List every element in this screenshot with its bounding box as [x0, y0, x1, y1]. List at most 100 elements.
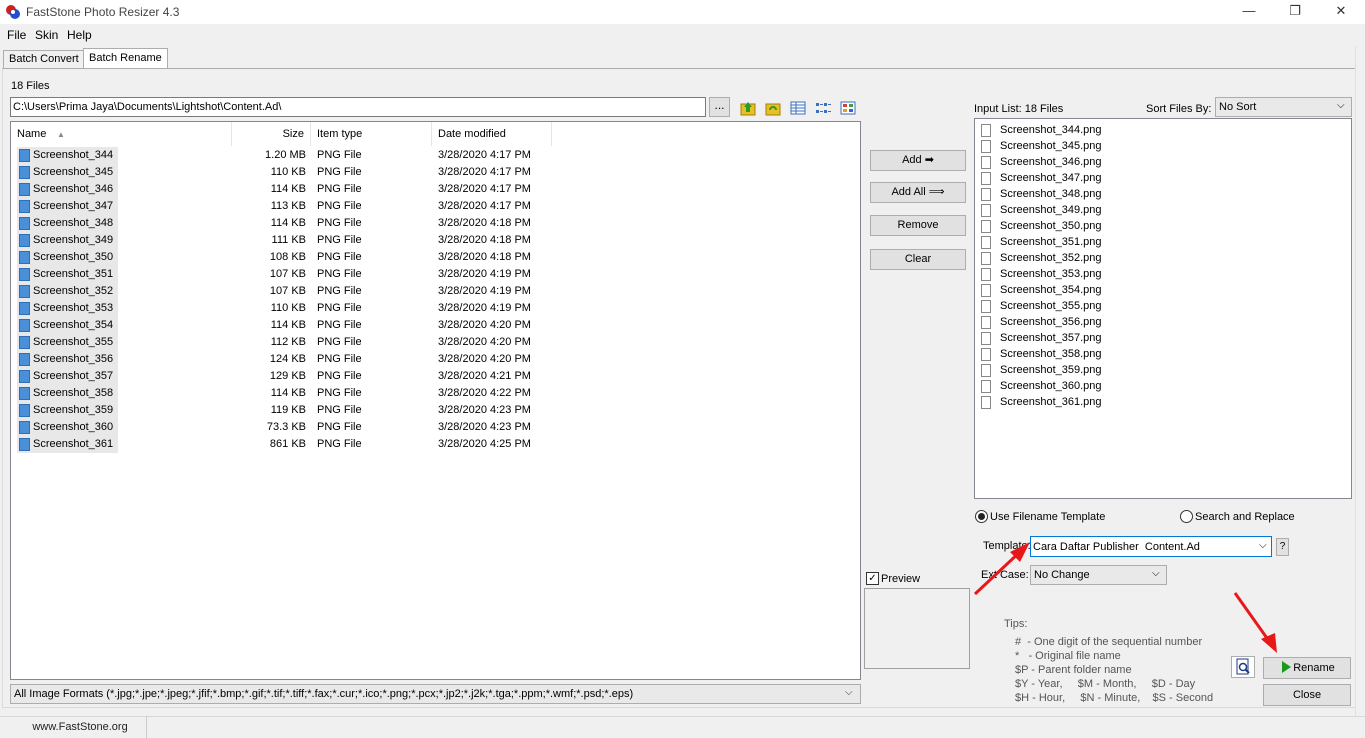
sort-files-select[interactable]: No Sort	[1215, 97, 1352, 117]
file-date: 3/28/2020 4:17 PM	[438, 149, 531, 161]
file-name-cell: Screenshot_347	[17, 198, 118, 215]
tab-batch-convert[interactable]: Batch Convert	[3, 50, 85, 68]
table-row[interactable]: Screenshot_345 110 KB PNG File 3/28/2020 4:…	[11, 164, 860, 181]
file-date: 3/28/2020 4:18 PM	[438, 251, 531, 263]
file-type: PNG File	[317, 217, 362, 229]
format-filter-select[interactable]: All Image Formats (*.jpg;*.jpe;*.jpeg;*.…	[10, 684, 861, 704]
menu-file[interactable]: File	[7, 28, 26, 42]
file-name: Screenshot_360	[33, 421, 114, 433]
file-date: 3/28/2020 4:23 PM	[438, 421, 531, 433]
file-name: Screenshot_357	[33, 370, 114, 382]
add-all-button[interactable]: Add All ⟹	[870, 182, 966, 203]
table-row[interactable]: Screenshot_351 107 KB PNG File 3/28/2020 4:…	[11, 266, 860, 283]
file-type: PNG File	[317, 251, 362, 263]
file-type: PNG File	[317, 285, 362, 297]
table-row[interactable]: Screenshot_356 124 KB PNG File 3/28/2020 4:…	[11, 351, 860, 368]
file-name: Screenshot_354	[33, 319, 114, 331]
close-button[interactable]: Close	[1263, 684, 1351, 706]
thumbnail-view-icon[interactable]	[840, 100, 856, 116]
template-help-button[interactable]: ?	[1276, 538, 1289, 556]
search-replace-radio[interactable]	[1180, 510, 1193, 523]
table-row[interactable]: Screenshot_359 119 KB PNG File 3/28/2020 4:…	[11, 402, 860, 419]
up-folder-icon[interactable]	[740, 100, 756, 116]
file-size: 861 KB	[269, 438, 306, 450]
table-row[interactable]: Screenshot_357 129 KB PNG File 3/28/2020 4:…	[11, 368, 860, 385]
file-type: PNG File	[317, 234, 362, 246]
browse-button[interactable]: ...	[709, 97, 730, 117]
file-name: Screenshot_359	[33, 404, 114, 416]
table-row[interactable]: Screenshot_358 114 KB PNG File 3/28/2020 4:…	[11, 385, 860, 402]
document-icon	[981, 396, 991, 409]
file-date: 3/28/2020 4:22 PM	[438, 387, 531, 399]
column-header-type[interactable]: Item type	[311, 122, 432, 146]
menu-skin[interactable]: Skin	[35, 28, 58, 42]
column-header-date[interactable]: Date modified	[432, 122, 552, 146]
chevron-down-icon[interactable]: ⌵	[1259, 540, 1267, 551]
minimize-button[interactable]: —	[1226, 0, 1272, 24]
column-header-name[interactable]: Name	[11, 122, 232, 146]
file-name-cell: Screenshot_361	[17, 436, 118, 453]
table-row[interactable]: Screenshot_352 107 KB PNG File 3/28/2020 4:…	[11, 283, 860, 300]
details-view-icon[interactable]	[790, 100, 806, 116]
tip-line: * - Original file name	[1015, 650, 1121, 662]
png-file-icon	[19, 149, 30, 162]
png-file-icon	[19, 285, 30, 298]
file-date: 3/28/2020 4:17 PM	[438, 200, 531, 212]
file-size: 108 KB	[269, 251, 306, 263]
close-window-button[interactable]: ✕	[1318, 0, 1364, 24]
file-type: PNG File	[317, 421, 362, 433]
document-icon	[981, 380, 991, 393]
table-row[interactable]: Screenshot_347 113 KB PNG File 3/28/2020 4:…	[11, 198, 860, 215]
table-row[interactable]: Screenshot_349 111 KB PNG File 3/28/2020 4:…	[11, 232, 860, 249]
png-file-icon	[19, 438, 30, 451]
file-date: 3/28/2020 4:20 PM	[438, 336, 531, 348]
preview-checkbox[interactable]: ✓	[866, 572, 879, 585]
input-list[interactable]: Screenshot_344.png Screenshot_345.png Scre…	[974, 118, 1352, 499]
file-name-cell: Screenshot_355	[17, 334, 118, 351]
list-item-label: Screenshot_346.png	[1000, 156, 1102, 168]
file-name: Screenshot_358	[33, 387, 114, 399]
table-row[interactable]: Screenshot_361 861 KB PNG File 3/28/2020 4:…	[11, 436, 860, 453]
refresh-folder-icon[interactable]	[765, 100, 781, 116]
table-row[interactable]: Screenshot_350 108 KB PNG File 3/28/2020 4:…	[11, 249, 860, 266]
file-size: 119 KB	[270, 404, 306, 416]
template-input[interactable]	[1030, 536, 1272, 557]
clear-button[interactable]: Clear	[870, 249, 966, 270]
add-button[interactable]: Add ➡	[870, 150, 966, 171]
ext-case-select[interactable]: No Change	[1030, 565, 1167, 585]
file-list[interactable]: Name ▲ Size Item type Date modified Scre…	[10, 121, 861, 680]
rename-button[interactable]: Rename	[1263, 657, 1351, 679]
table-row[interactable]: Screenshot_355 112 KB PNG File 3/28/2020 4:…	[11, 334, 860, 351]
table-row[interactable]: Screenshot_346 114 KB PNG File 3/28/2020 4:…	[11, 181, 860, 198]
magnifier-document-icon	[1236, 658, 1250, 675]
menu-help[interactable]: Help	[67, 28, 92, 42]
tip-line: $H - Hour, $N - Minute, $S - Second	[1015, 692, 1214, 704]
file-name: Screenshot_356	[33, 353, 114, 365]
remove-button[interactable]: Remove	[870, 215, 966, 236]
website-link[interactable]: www.FastStone.org	[14, 716, 147, 738]
preview-rename-button[interactable]	[1231, 656, 1255, 678]
table-row[interactable]: Screenshot_348 114 KB PNG File 3/28/2020 4:…	[11, 215, 860, 232]
list-view-icon[interactable]	[815, 100, 831, 116]
file-size: 73.3 KB	[266, 421, 306, 433]
png-file-icon	[19, 217, 30, 230]
table-row[interactable]: Screenshot_344 1.20 MB PNG File 3/28/2020 4…	[11, 147, 860, 164]
table-row[interactable]: Screenshot_354 114 KB PNG File 3/28/2020 4:…	[11, 317, 860, 334]
file-date: 3/28/2020 4:18 PM	[438, 234, 531, 246]
double-arrow-right-icon: ⟹	[928, 186, 945, 198]
file-name-cell: Screenshot_348	[17, 215, 118, 232]
app-logo-icon	[6, 5, 20, 19]
png-file-icon	[19, 387, 30, 400]
tab-batch-rename[interactable]: Batch Rename	[83, 48, 168, 68]
table-row[interactable]: Screenshot_353 110 KB PNG File 3/28/2020 4:…	[11, 300, 860, 317]
input-list-label: Input List: 18 Files	[974, 103, 1064, 115]
document-icon	[981, 172, 991, 185]
maximize-button[interactable]: ❐	[1272, 0, 1318, 24]
tips-title: Tips:	[1004, 618, 1028, 630]
list-item-label: Screenshot_348.png	[1000, 188, 1102, 200]
folder-path-input[interactable]	[10, 97, 706, 117]
column-header-size[interactable]: Size	[232, 122, 311, 146]
list-item-label: Screenshot_344.png	[1000, 124, 1102, 136]
file-name-cell: Screenshot_358	[17, 385, 118, 402]
table-row[interactable]: Screenshot_360 73.3 KB PNG File 3/28/2020 4…	[11, 419, 860, 436]
